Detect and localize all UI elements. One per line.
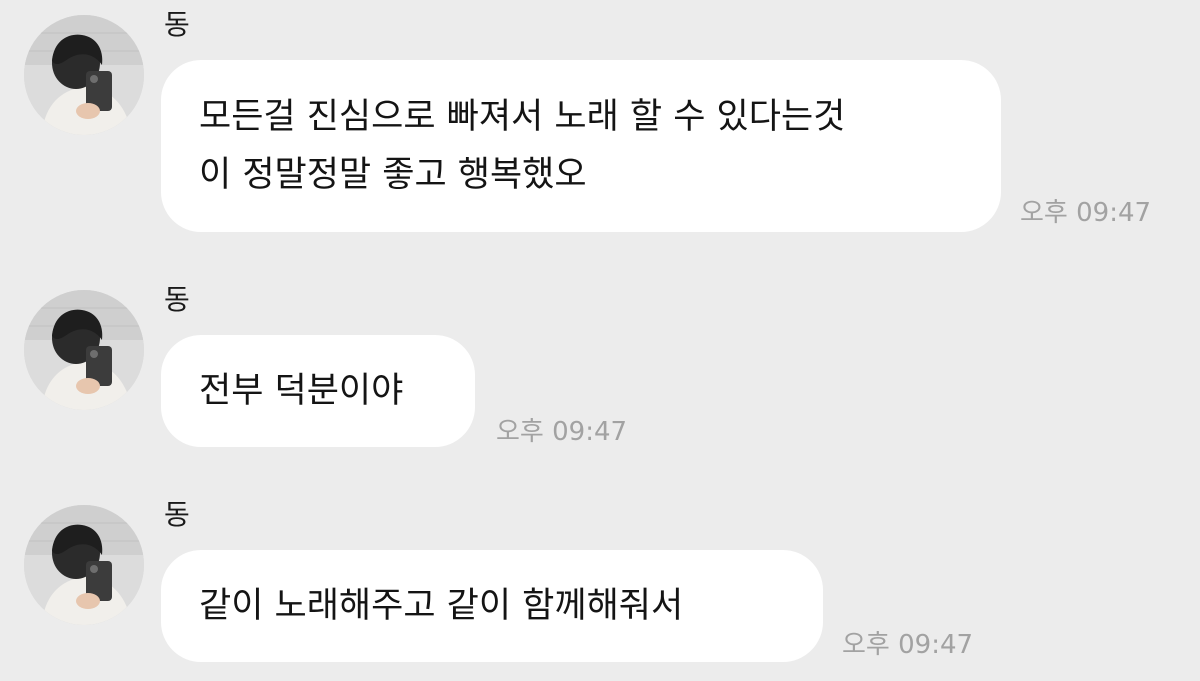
sender-name: 동: [164, 498, 190, 531]
message-bubble[interactable]: 같이 노래해주고 같이 함께해줘서: [161, 550, 823, 662]
message-text: 같이 노래해주고 같이 함께해줘서: [199, 586, 684, 626]
message-timestamp: 오후 09:47: [842, 630, 974, 660]
profile-photo-icon: [24, 505, 144, 625]
chat-message: 동 같이 노래해주고 같이 함께해줘서 오후 09:47: [0, 0, 1200, 681]
profile-avatar[interactable]: [24, 505, 144, 625]
